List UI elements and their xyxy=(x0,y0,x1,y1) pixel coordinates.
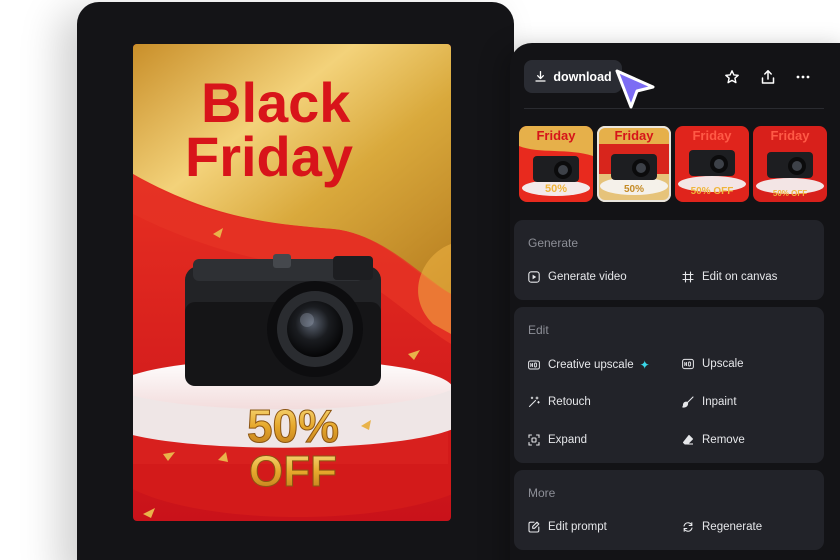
expand-button[interactable]: Expand xyxy=(528,434,587,446)
thumb-offer: 50% OFF xyxy=(691,186,734,197)
brush-icon xyxy=(682,396,694,408)
generate-section: Generate Generate video Edit on canvas xyxy=(514,220,824,300)
hd-plus-icon xyxy=(528,360,540,370)
retouch-button[interactable]: Retouch xyxy=(528,396,591,408)
upscale-button[interactable]: Upscale xyxy=(682,358,744,370)
variation-thumbnail-1[interactable]: Friday 50% xyxy=(519,126,593,202)
eraser-icon xyxy=(682,434,694,445)
refresh-icon xyxy=(683,522,693,532)
expand-icon xyxy=(528,434,540,446)
edit-section-title: Edit xyxy=(528,323,549,337)
creative-upscale-label: Creative upscale xyxy=(548,359,634,371)
thumb-offer: 50% xyxy=(545,183,567,195)
generate-video-button[interactable]: Generate video xyxy=(528,271,627,283)
expand-label: Expand xyxy=(548,434,588,446)
panel-toolbar: download xyxy=(510,43,840,109)
thumb-heading: Friday xyxy=(614,128,654,143)
edit-prompt-label: Edit prompt xyxy=(548,521,607,533)
variation-thumbnail-2[interactable]: Friday 50% xyxy=(597,126,671,202)
remove-button[interactable]: Remove xyxy=(682,434,745,446)
star-icon[interactable] xyxy=(722,67,742,87)
upscale-label: Upscale xyxy=(702,358,744,370)
edit-prompt-icon xyxy=(528,521,540,533)
thumb-heading: Friday xyxy=(770,128,810,143)
inpaint-label: Inpaint xyxy=(702,396,737,408)
variation-thumbnails: Friday 50% Friday 50% Friday 50% OFF Fri… xyxy=(519,126,840,202)
share-icon[interactable] xyxy=(758,67,778,87)
variation-thumbnail-4[interactable]: Friday 50% OFF xyxy=(753,126,827,202)
generate-video-label: Generate video xyxy=(548,271,627,283)
image-preview-card: Black Friday 50% OFF xyxy=(77,2,514,560)
download-label: download xyxy=(553,69,612,84)
thumb-offer: 50% xyxy=(624,184,644,195)
play-icon xyxy=(528,271,540,283)
thumb-heading: Friday xyxy=(692,128,732,143)
creative-upscale-button[interactable]: Creative upscale ✦ xyxy=(528,358,650,372)
edit-on-canvas-label: Edit on canvas xyxy=(702,271,778,283)
more-section-title: More xyxy=(528,486,556,500)
download-button[interactable]: download xyxy=(524,60,622,93)
inpaint-button[interactable]: Inpaint xyxy=(682,396,737,408)
poster-offer-percent: 50% xyxy=(247,400,339,452)
regenerate-button[interactable]: Regenerate xyxy=(682,521,762,533)
retouch-label: Retouch xyxy=(548,396,591,408)
image-actions-panel: download Friday 50% Friday 50% Friday 50… xyxy=(510,43,840,560)
edit-on-canvas-button[interactable]: Edit on canvas xyxy=(682,271,777,283)
remove-label: Remove xyxy=(702,434,745,446)
regenerate-label: Regenerate xyxy=(702,521,763,533)
thumb-heading: Friday xyxy=(536,128,576,143)
sparkle-icon: ✦ xyxy=(639,358,650,372)
more-options-icon[interactable] xyxy=(793,67,813,87)
poster-headline-friday: Friday xyxy=(185,125,353,188)
generate-section-title: Generate xyxy=(528,236,579,250)
edit-prompt-button[interactable]: Edit prompt xyxy=(528,521,607,533)
thumb-offer: 50% OFF xyxy=(773,189,807,198)
download-icon xyxy=(535,70,546,82)
edit-section: Edit Creative upscale ✦ Upscale Retouch xyxy=(514,307,824,463)
hd-icon xyxy=(682,358,694,370)
canvas-grid-icon xyxy=(682,271,694,283)
poster-offer-off: OFF xyxy=(249,447,337,496)
magic-wand-icon xyxy=(528,396,540,408)
more-section: More Edit prompt Regenerate xyxy=(514,470,824,550)
pointer-cursor-icon xyxy=(615,69,655,109)
variation-thumbnail-3[interactable]: Friday 50% OFF xyxy=(675,126,749,202)
black-friday-poster[interactable]: Black Friday 50% OFF xyxy=(133,44,451,521)
toolbar-divider xyxy=(524,108,824,109)
